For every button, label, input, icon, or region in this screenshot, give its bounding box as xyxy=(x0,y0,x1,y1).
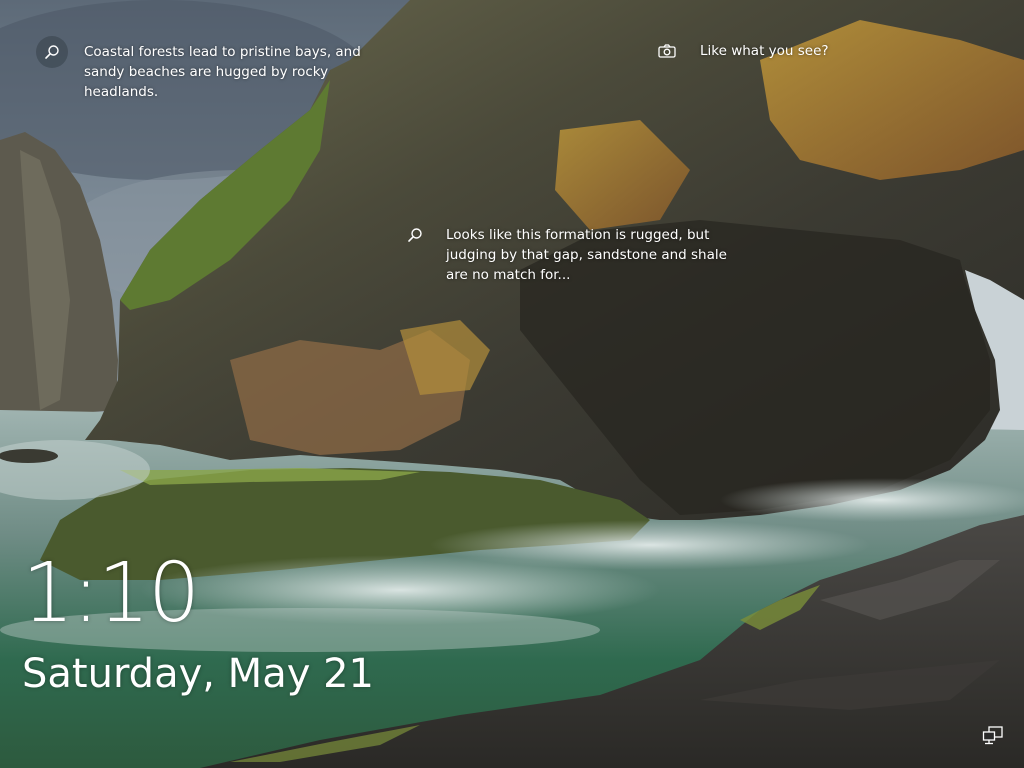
network-icon[interactable] xyxy=(982,726,1004,746)
like-what-you-see-button[interactable]: Like what you see? xyxy=(658,42,829,61)
spotlight-fact-text: Coastal forests lead to pristine bays, a… xyxy=(84,44,361,100)
lock-clock-time: 1:10 xyxy=(22,546,200,641)
lock-screen[interactable]: Coastal forests lead to pristine bays, a… xyxy=(0,0,1024,768)
spotlight-hotspot-arch[interactable]: Looks like this formation is rugged, but… xyxy=(406,226,746,285)
camera-icon xyxy=(658,42,676,60)
spotlight-arch-text: Looks like this formation is rugged, but… xyxy=(446,227,727,283)
search-icon xyxy=(406,226,424,244)
search-icon xyxy=(36,36,68,68)
like-what-you-see-label: Like what you see? xyxy=(700,43,829,59)
spotlight-fact-hotspot[interactable]: Coastal forests lead to pristine bays, a… xyxy=(36,36,374,102)
lock-clock-date: Saturday, May 21 xyxy=(22,651,374,697)
